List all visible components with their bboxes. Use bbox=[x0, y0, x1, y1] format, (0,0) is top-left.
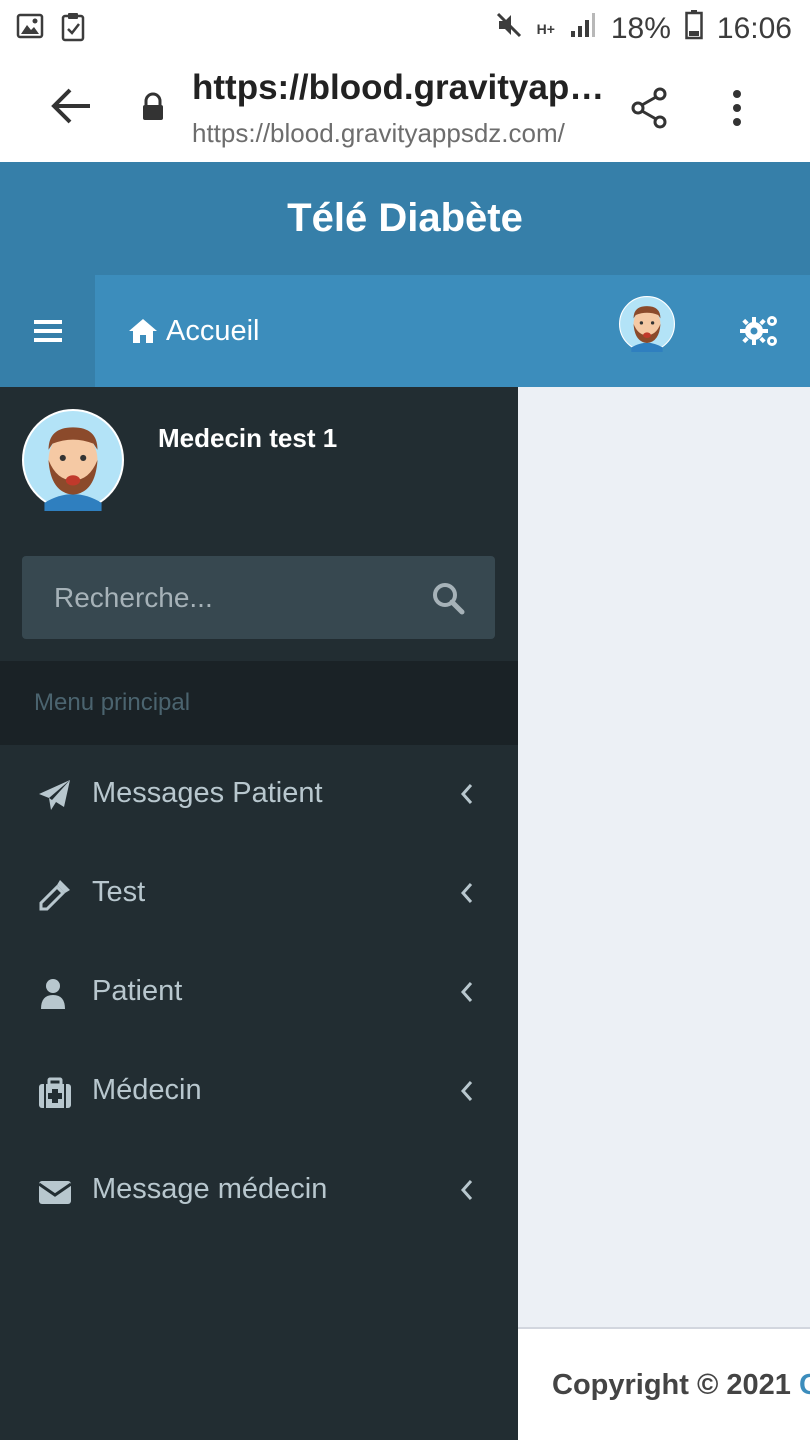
copyright-prefix: Copyright © 2021 bbox=[552, 1369, 791, 1401]
medkit-icon bbox=[38, 1076, 72, 1110]
share-icon[interactable] bbox=[628, 86, 672, 130]
sidebar-menu: Messages Patient Test Patient Médecin Me… bbox=[0, 745, 518, 1240]
chevron-left-icon bbox=[458, 1177, 476, 1203]
copyright-text: Copyright © 2021 C bbox=[552, 1369, 810, 1402]
chevron-left-icon bbox=[458, 1078, 476, 1104]
sidebar-item-patient[interactable]: Patient bbox=[0, 943, 518, 1042]
home-label: Accueil bbox=[166, 314, 260, 347]
hamburger-icon bbox=[33, 320, 62, 342]
lock-icon bbox=[140, 92, 166, 122]
envelope-icon bbox=[38, 1175, 72, 1209]
back-arrow-icon[interactable] bbox=[48, 82, 96, 130]
top-navbar: Accueil bbox=[0, 275, 810, 387]
clock: 16:06 bbox=[716, 12, 792, 45]
sidebar-item-label: Patient bbox=[92, 975, 183, 1007]
footer: Copyright © 2021 C bbox=[518, 1327, 810, 1440]
network-type: H+ bbox=[536, 21, 555, 37]
paper-plane-icon bbox=[38, 779, 72, 813]
image-notification-icon bbox=[16, 12, 44, 46]
battery-icon bbox=[685, 10, 703, 48]
browser-toolbar: https://blood.gravityappsdz.com/ https:/… bbox=[0, 56, 810, 162]
sidebar: Medecin test 1 Menu principal Messages P… bbox=[0, 387, 518, 1440]
copyright-link[interactable]: C bbox=[799, 1369, 810, 1401]
eyedropper-icon bbox=[38, 878, 72, 912]
battery-percent: 18% bbox=[610, 12, 671, 45]
mute-icon bbox=[495, 11, 523, 47]
chevron-left-icon bbox=[458, 880, 476, 906]
home-link[interactable]: Accueil bbox=[128, 275, 260, 387]
screen: H+ 18% 16:06 https://blood.gravityappsdz… bbox=[0, 0, 810, 1440]
sidebar-item-messages-patient[interactable]: Messages Patient bbox=[0, 745, 518, 844]
sidebar-item-label: Messages Patient bbox=[92, 777, 323, 809]
user-avatar bbox=[21, 409, 124, 511]
home-icon bbox=[129, 319, 157, 343]
main-content bbox=[518, 387, 810, 1327]
status-bar: H+ 18% 16:06 bbox=[0, 0, 810, 56]
sidebar-item-label: Médecin bbox=[92, 1074, 202, 1106]
user-name: Medecin test 1 bbox=[158, 423, 338, 453]
more-options-icon[interactable] bbox=[722, 86, 752, 130]
sidebar-item-test[interactable]: Test bbox=[0, 844, 518, 943]
settings-gears-icon[interactable] bbox=[740, 311, 780, 351]
user-avatar-small[interactable] bbox=[619, 296, 675, 352]
app-header: Télé Diabète bbox=[0, 162, 810, 275]
app-title[interactable]: Télé Diabète bbox=[287, 196, 523, 241]
sidebar-item-label: Test bbox=[92, 876, 146, 908]
sidebar-toggle-button[interactable] bbox=[0, 275, 95, 387]
search-input[interactable] bbox=[22, 556, 422, 639]
page-title[interactable]: https://blood.gravityappsdz.com/ bbox=[192, 68, 622, 108]
menu-header: Menu principal bbox=[0, 661, 518, 745]
search-icon[interactable] bbox=[430, 580, 466, 616]
url-text[interactable]: https://blood.gravityappsdz.com/ bbox=[192, 118, 612, 149]
sidebar-item-label: Message médecin bbox=[92, 1173, 328, 1205]
task-notification-icon bbox=[60, 12, 86, 46]
sidebar-item-message-medecin[interactable]: Message médecin bbox=[0, 1141, 518, 1240]
chevron-left-icon bbox=[458, 781, 476, 807]
sidebar-search bbox=[22, 556, 495, 639]
sidebar-item-medecin[interactable]: Médecin bbox=[0, 1042, 518, 1141]
chevron-left-icon bbox=[458, 979, 476, 1005]
signal-icon bbox=[569, 11, 597, 47]
user-icon bbox=[38, 977, 72, 1011]
